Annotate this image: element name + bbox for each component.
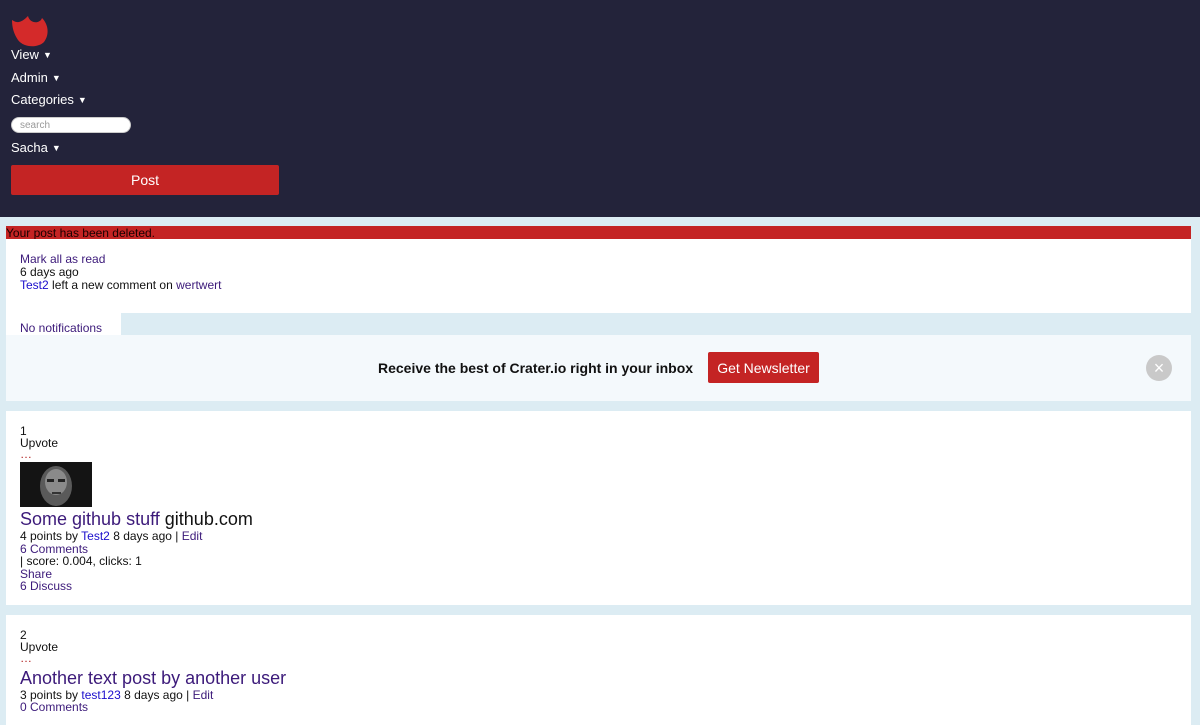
notification-action-text: left a new comment on [52,278,173,292]
notification-time: 6 days ago [20,265,79,279]
no-notifications-label: No notifications [20,321,103,335]
categories-menu[interactable]: Categories ▼ [11,92,87,107]
post-title-link[interactable]: Some github stuff [20,509,160,529]
post-age: 8 days ago | [113,529,179,543]
top-header: View▼ Admin▼ Categories▼ Sacha▼ Post [0,0,1200,217]
chevron-down-icon: ▼ [51,143,61,153]
comments-link[interactable]: 0 Comments [20,701,88,714]
more-actions-button[interactable]: … [20,448,32,461]
post-points: 4 points by [20,529,79,543]
post-domain: github.com [164,509,253,529]
search-input[interactable] [11,117,131,133]
newsletter-text: Receive the best of Crater.io right in y… [378,360,694,376]
newsletter-banner: Receive the best of Crater.io right in y… [6,335,1191,401]
chevron-down-icon: ▼ [77,95,87,105]
face-thumbnail-image [20,462,92,507]
discuss-link[interactable]: 6 Discuss [20,580,72,593]
close-icon[interactable]: × [1146,355,1172,381]
notification-target-link[interactable]: wertwert [176,278,221,292]
user-menu[interactable]: Sacha ▼ [11,140,61,155]
post-button[interactable]: Post [11,165,279,195]
post-item: 2 Upvote … Another text post by another … [6,615,1191,725]
more-actions-button[interactable]: … [20,652,32,665]
post-title-link[interactable]: Another text post by another user [20,668,286,688]
crater-logo-icon[interactable] [10,12,50,48]
edit-link[interactable]: Edit [193,688,214,702]
post-title-row: Some github stuff github.com [20,509,253,529]
post-author-link[interactable]: Test2 [81,529,110,543]
post-title-row: Another text post by another user [20,668,286,688]
flash-message: Your post has been deleted. [6,226,1191,240]
view-menu[interactable]: View ▼ [11,47,52,62]
notification-item: Test2 left a new comment on wertwert [20,278,221,292]
edit-link[interactable]: Edit [182,529,203,543]
notification-actor-link[interactable]: Test2 [20,278,49,292]
admin-menu[interactable]: Admin ▼ [11,70,61,85]
chevron-down-icon: ▼ [42,50,52,60]
categories-menu-label: Categories [11,92,74,107]
chevron-down-icon: ▼ [51,73,61,83]
get-newsletter-button[interactable]: Get Newsletter [708,352,819,383]
post-item: 1 Upvote … Some github stuff github.com … [6,411,1191,605]
notifications-panel: Mark all as read 6 days ago Test2 left a… [6,239,1191,313]
view-menu-label: View [11,47,39,62]
post-age: 8 days ago | [124,688,190,702]
user-menu-label: Sacha [11,140,48,155]
mark-all-read-link[interactable]: Mark all as read [20,252,105,266]
admin-menu-label: Admin [11,70,48,85]
post-thumbnail[interactable] [20,462,92,507]
